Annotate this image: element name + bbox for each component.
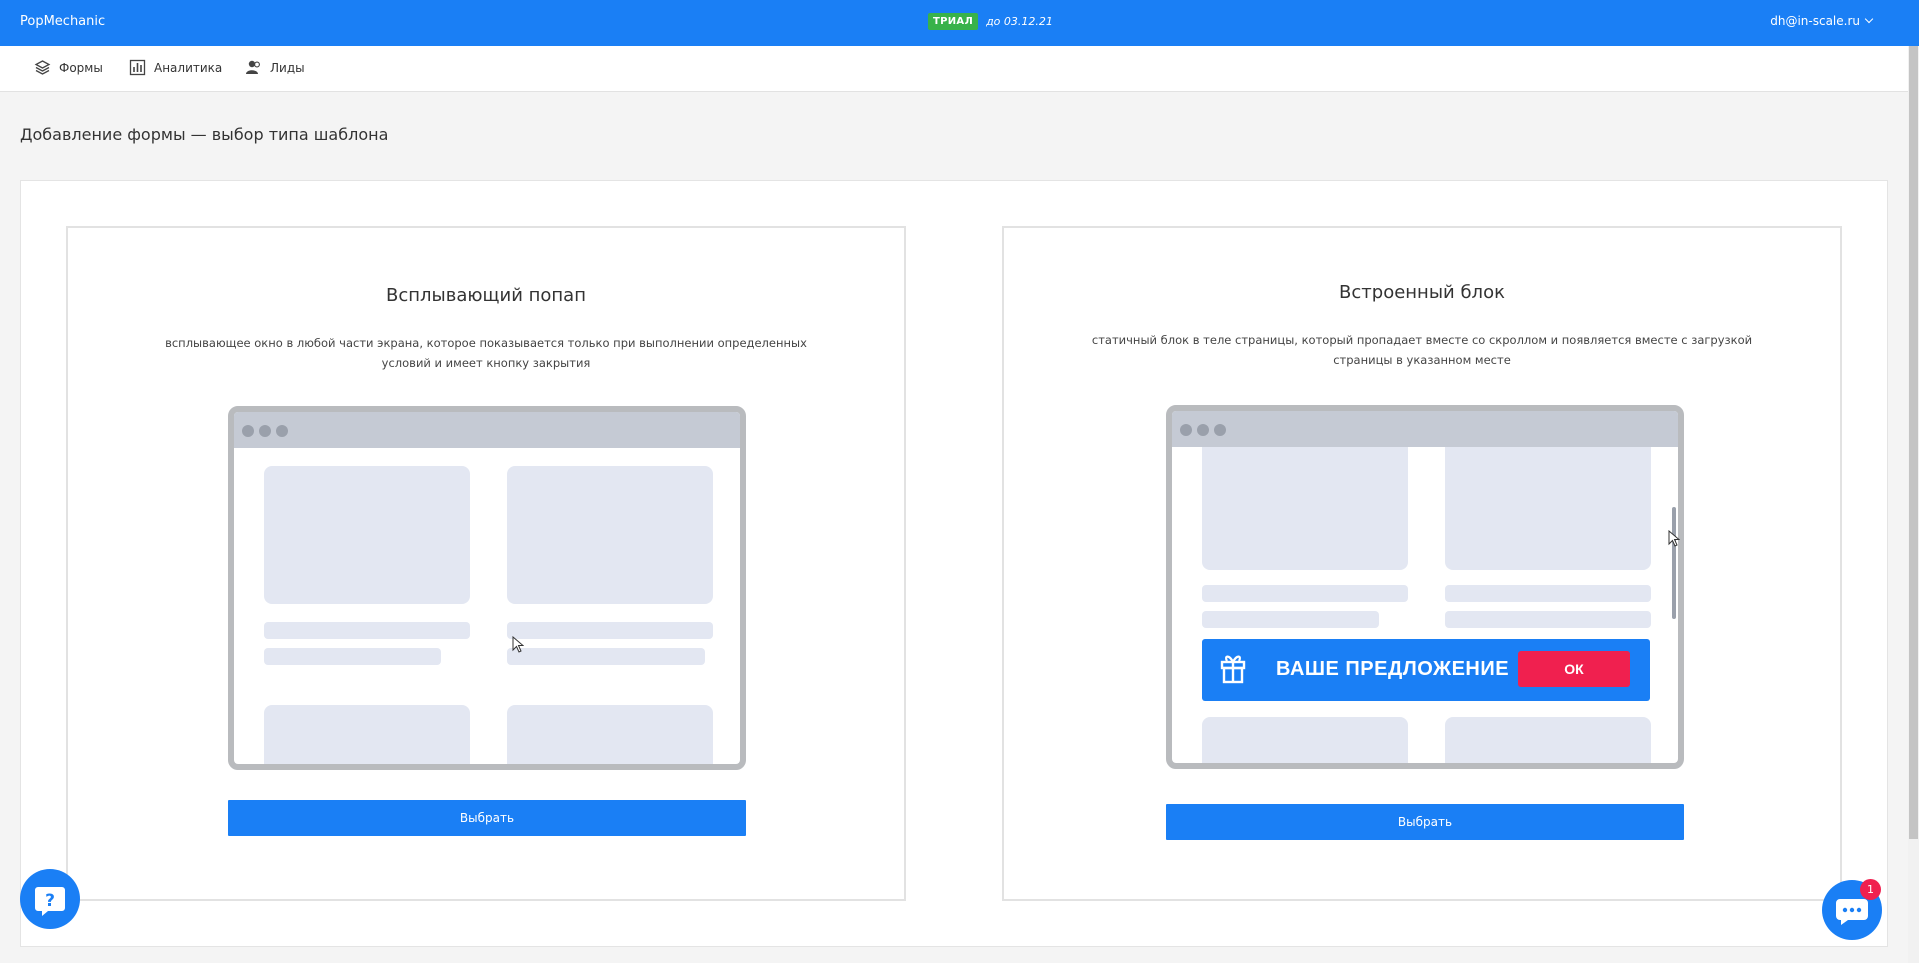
trial-info: ТРИАЛ до 03.12.21 xyxy=(928,13,1053,30)
card-title: Встроенный блок xyxy=(1339,282,1505,303)
window-dot xyxy=(1180,424,1192,436)
placeholder-block xyxy=(1445,447,1651,570)
main-nav: Формы Аналитика Лиды xyxy=(0,46,1908,92)
top-bar: PopMechanic ТРИАЛ до 03.12.21 dh@in-scal… xyxy=(0,0,1919,46)
window-dot xyxy=(276,425,288,437)
window-dot xyxy=(259,425,271,437)
window-dot xyxy=(1214,424,1226,436)
browser-bar xyxy=(234,412,740,448)
nav-item-analytics[interactable]: Аналитика xyxy=(129,59,222,76)
nav-item-forms[interactable]: Формы xyxy=(34,59,103,76)
placeholder-block xyxy=(1202,717,1408,763)
preview-scrollbar xyxy=(1672,507,1676,619)
chat-unread-badge: 1 xyxy=(1860,879,1881,900)
select-popup-button[interactable]: Выбрать xyxy=(228,800,746,836)
help-button[interactable]: ? xyxy=(20,869,80,929)
page-title: Добавление формы — выбор типа шаблона xyxy=(20,125,389,144)
embedded-preview: ВАШЕ ПРЕДЛОЖЕНИЕ ОК xyxy=(1166,405,1684,769)
placeholder-line xyxy=(507,648,705,665)
mouse-cursor-icon xyxy=(512,636,524,653)
banner-text: ВАШЕ ПРЕДЛОЖЕНИЕ xyxy=(1276,658,1510,680)
nav-item-leads[interactable]: Лиды xyxy=(245,59,305,76)
mouse-cursor-icon xyxy=(1668,530,1680,547)
trial-date: до 03.12.21 xyxy=(986,15,1053,28)
page-scrollbar[interactable] xyxy=(1908,46,1919,963)
placeholder-line xyxy=(507,622,713,639)
popup-preview xyxy=(228,406,746,770)
placeholder-block xyxy=(264,705,470,764)
trial-badge: ТРИАЛ xyxy=(928,13,979,30)
chevron-down-icon xyxy=(1864,14,1874,24)
page-scrollbar-thumb[interactable] xyxy=(1909,46,1918,839)
user-email: dh@in-scale.ru xyxy=(1770,14,1860,28)
placeholder-block xyxy=(1202,447,1408,570)
svg-text:?: ? xyxy=(45,891,55,911)
card-description: статичный блок в теле страницы, который … xyxy=(1091,333,1753,367)
banner-ok-button: ОК xyxy=(1518,651,1630,687)
offer-banner: ВАШЕ ПРЕДЛОЖЕНИЕ ОК xyxy=(1202,639,1650,701)
chart-icon xyxy=(129,59,146,76)
window-dot xyxy=(1197,424,1209,436)
users-icon xyxy=(246,60,260,74)
card-title: Всплывающий попап xyxy=(386,285,586,306)
nav-item-label: Формы xyxy=(59,60,103,75)
help-icon: ? xyxy=(35,887,65,916)
nav-item-label: Лиды xyxy=(270,60,305,75)
template-card-popup: Всплывающий попап всплывающее окно в люб… xyxy=(66,226,906,901)
user-menu[interactable]: dh@in-scale.ru xyxy=(1770,14,1874,28)
placeholder-line xyxy=(1202,611,1379,628)
window-dot xyxy=(242,425,254,437)
card-description: всплывающее окно в любой части экрана, к… xyxy=(165,336,807,370)
placeholder-block xyxy=(264,466,470,604)
browser-bar xyxy=(1172,411,1678,447)
placeholder-block xyxy=(507,466,713,604)
placeholder-line xyxy=(264,622,470,639)
gift-icon xyxy=(1220,655,1246,684)
layers-icon xyxy=(34,60,51,75)
select-embedded-button[interactable]: Выбрать xyxy=(1166,804,1684,840)
placeholder-line xyxy=(1202,585,1408,602)
nav-item-label: Аналитика xyxy=(154,60,223,75)
placeholder-line xyxy=(1445,585,1651,602)
brand-logo[interactable]: PopMechanic xyxy=(20,14,105,29)
placeholder-line xyxy=(1445,611,1651,628)
placeholder-line xyxy=(264,648,441,665)
placeholder-block xyxy=(507,705,713,764)
placeholder-block xyxy=(1445,717,1651,763)
template-card-embedded: Встроенный блок статичный блок в теле ст… xyxy=(1002,226,1842,901)
